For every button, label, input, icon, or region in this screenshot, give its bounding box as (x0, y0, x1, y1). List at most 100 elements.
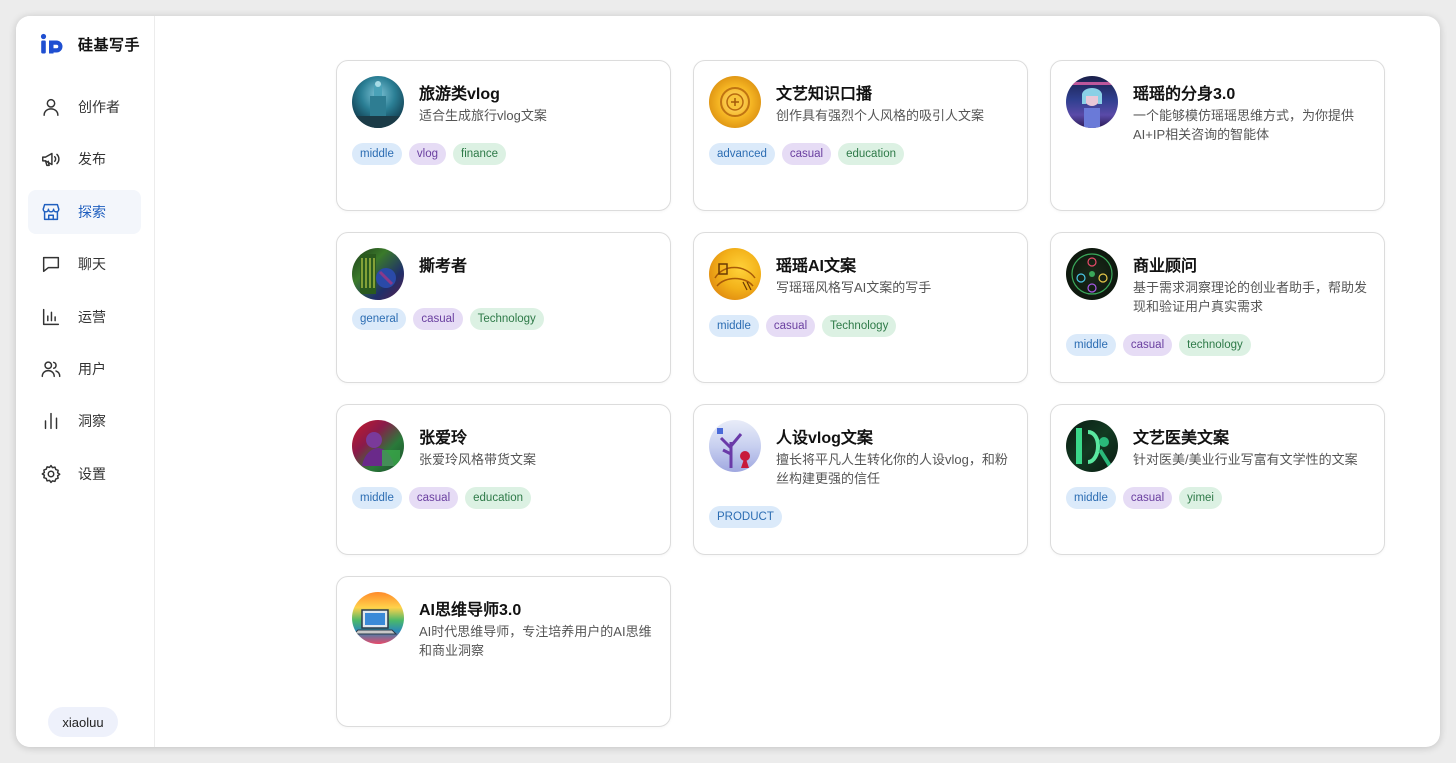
agent-title: 文艺知识口播 (776, 86, 873, 103)
agent-card[interactable]: 撕考者 general casual Technology (336, 232, 671, 383)
sidebar-item-settings[interactable]: 设置 (28, 452, 141, 496)
agent-avatar (352, 420, 404, 472)
tag[interactable]: Technology (822, 315, 897, 337)
sidebar-item-chat[interactable]: 聊天 (28, 242, 141, 286)
agent-desc: 创作具有强烈个人风格的吸引人文案 (776, 108, 985, 123)
agent-avatar (709, 420, 761, 472)
agent-desc: 针对医美/美业行业写富有文学性的文案 (1133, 452, 1358, 467)
sidebar-item-explore[interactable]: 探索 (28, 189, 141, 234)
sidebar-item-label: 创作者 (78, 99, 120, 115)
tag[interactable]: middle (1066, 334, 1116, 356)
megaphone-icon (40, 148, 62, 170)
agent-avatar (352, 248, 404, 300)
tag-list: PRODUCT (709, 506, 782, 528)
tag-list: middle casual technology (1066, 334, 1251, 356)
sidebar-item-label: 探索 (78, 203, 106, 220)
sidebar-item-insights[interactable]: 洞察 (28, 399, 141, 443)
agent-avatar (1066, 420, 1118, 472)
brand-name: 硅基写手 (78, 36, 141, 54)
tag[interactable]: casual (765, 315, 816, 337)
agent-desc: 写瑶瑶风格写AI文案的写手 (776, 280, 932, 295)
agent-title: 瑶瑶的分身3.0 (1133, 86, 1236, 103)
chat-icon (40, 253, 62, 275)
agent-title: 撕考者 (419, 258, 468, 275)
agent-card[interactable]: 商业顾问 基于需求洞察理论的创业者助手，帮助发现和验证用户真实需求 middle… (1050, 232, 1385, 383)
tag[interactable]: general (352, 308, 407, 330)
sidebar-item-label: 聊天 (78, 256, 106, 273)
agent-card[interactable]: 瑶瑶AI文案 写瑶瑶风格写AI文案的写手 middle casual Techn… (693, 232, 1028, 383)
tag[interactable]: middle (1066, 487, 1116, 509)
sidebar: 硅基写手 创作者 发布 探索 聊天 运营 用户 洞察 设置 xiaoluu (16, 16, 155, 747)
sidebar-item-publish[interactable]: 发布 (28, 137, 141, 181)
agent-desc: AI时代思维导师，专注培养用户的AI思维和商业洞察 (419, 624, 652, 658)
agent-card[interactable]: 人设vlog文案 擅长将平凡人生转化你的人设vlog，和粉丝构建更强的信任 PR… (693, 404, 1028, 555)
agent-avatar (352, 592, 404, 644)
agent-title: 瑶瑶AI文案 (776, 258, 857, 275)
agent-title: 旅游类vlog (419, 86, 500, 103)
sidebar-item-label: 发布 (78, 151, 106, 168)
gear-icon (40, 463, 62, 485)
brand-logo-icon (40, 33, 63, 54)
app-window: 硅基写手 创作者 发布 探索 聊天 运营 用户 洞察 设置 xiaoluu 旅游… (16, 16, 1440, 747)
tag[interactable]: education (465, 487, 532, 509)
agent-title: AI思维导师3.0 (419, 602, 522, 619)
tag[interactable]: casual (1122, 334, 1173, 356)
insight-bars-icon (40, 410, 62, 432)
bar-chart-icon (40, 306, 62, 328)
agent-title: 商业顾问 (1133, 258, 1198, 275)
tag[interactable]: finance (453, 143, 507, 165)
tag[interactable]: middle (709, 315, 759, 337)
sidebar-item-operations[interactable]: 运营 (28, 295, 141, 339)
agent-card[interactable]: 文艺医美文案 针对医美/美业行业写富有文学性的文案 middle casual … (1050, 404, 1385, 555)
agent-title: 文艺医美文案 (1133, 430, 1230, 447)
store-icon (40, 201, 62, 223)
agent-card[interactable]: 张爱玲 张爱玲风格带货文案 middle casual education (336, 404, 671, 555)
agent-avatar (1066, 248, 1118, 300)
agent-desc: 适合生成旅行vlog文案 (419, 108, 547, 123)
agent-avatar (1066, 76, 1118, 128)
tag-list: middle vlog finance (352, 143, 507, 165)
person-icon (40, 96, 62, 118)
tag[interactable]: advanced (709, 143, 775, 165)
agent-card[interactable]: 旅游类vlog 适合生成旅行vlog文案 middle vlog finance (336, 60, 671, 211)
sidebar-item-users[interactable]: 用户 (28, 347, 141, 391)
tag[interactable]: casual (408, 487, 459, 509)
agent-desc: 擅长将平凡人生转化你的人设vlog，和粉丝构建更强的信任 (776, 452, 1008, 486)
sidebar-item-label: 运营 (78, 308, 106, 325)
tag[interactable]: casual (413, 308, 463, 330)
agent-card[interactable]: AI思维导师3.0 AI时代思维导师，专注培养用户的AI思维和商业洞察 (336, 576, 671, 727)
tag-list: advanced casual education (709, 143, 904, 165)
agent-card[interactable]: 文艺知识口播 创作具有强烈个人风格的吸引人文案 advanced casual … (693, 60, 1028, 211)
tag-list: middle casual yimei (1066, 487, 1222, 509)
tag[interactable]: PRODUCT (709, 506, 782, 528)
tag[interactable]: middle (352, 143, 402, 165)
tag-list: middle casual education (352, 487, 532, 509)
agent-title: 人设vlog文案 (776, 430, 873, 447)
tag[interactable]: middle (352, 487, 402, 509)
user-chip[interactable]: xiaoluu (48, 707, 118, 737)
brand[interactable]: 硅基写手 (40, 33, 140, 55)
agent-avatar (709, 76, 761, 128)
sidebar-item-label: 洞察 (78, 413, 106, 430)
agent-avatar (352, 76, 404, 128)
tag-list: middle casual Technology (709, 315, 897, 337)
agent-desc: 张爱玲风格带货文案 (419, 452, 537, 467)
tag[interactable]: technology (1179, 334, 1251, 356)
agent-card[interactable]: 瑶瑶的分身3.0 一个能够模仿瑶瑶思维方式，为你提供AI+IP相关咨询的智能体 (1050, 60, 1385, 211)
agent-avatar (709, 248, 761, 300)
agent-desc: 基于需求洞察理论的创业者助手，帮助发现和验证用户真实需求 (1133, 280, 1368, 314)
agent-title: 张爱玲 (419, 430, 468, 447)
sidebar-nav: 创作者 发布 探索 聊天 运营 用户 洞察 设置 (28, 85, 141, 504)
agent-desc: 一个能够模仿瑶瑶思维方式，为你提供AI+IP相关咨询的智能体 (1133, 108, 1355, 142)
sidebar-item-label: 用户 (78, 360, 106, 377)
tag[interactable]: yimei (1179, 487, 1222, 509)
sidebar-item-label: 设置 (78, 465, 106, 482)
tag[interactable]: vlog (408, 143, 446, 165)
tag[interactable]: education (838, 143, 904, 165)
tag-list: general casual Technology (352, 308, 544, 330)
users-icon (40, 358, 62, 380)
tag[interactable]: Technology (469, 308, 544, 330)
tag[interactable]: casual (781, 143, 832, 165)
sidebar-item-creators[interactable]: 创作者 (28, 85, 141, 129)
tag[interactable]: casual (1122, 487, 1173, 509)
